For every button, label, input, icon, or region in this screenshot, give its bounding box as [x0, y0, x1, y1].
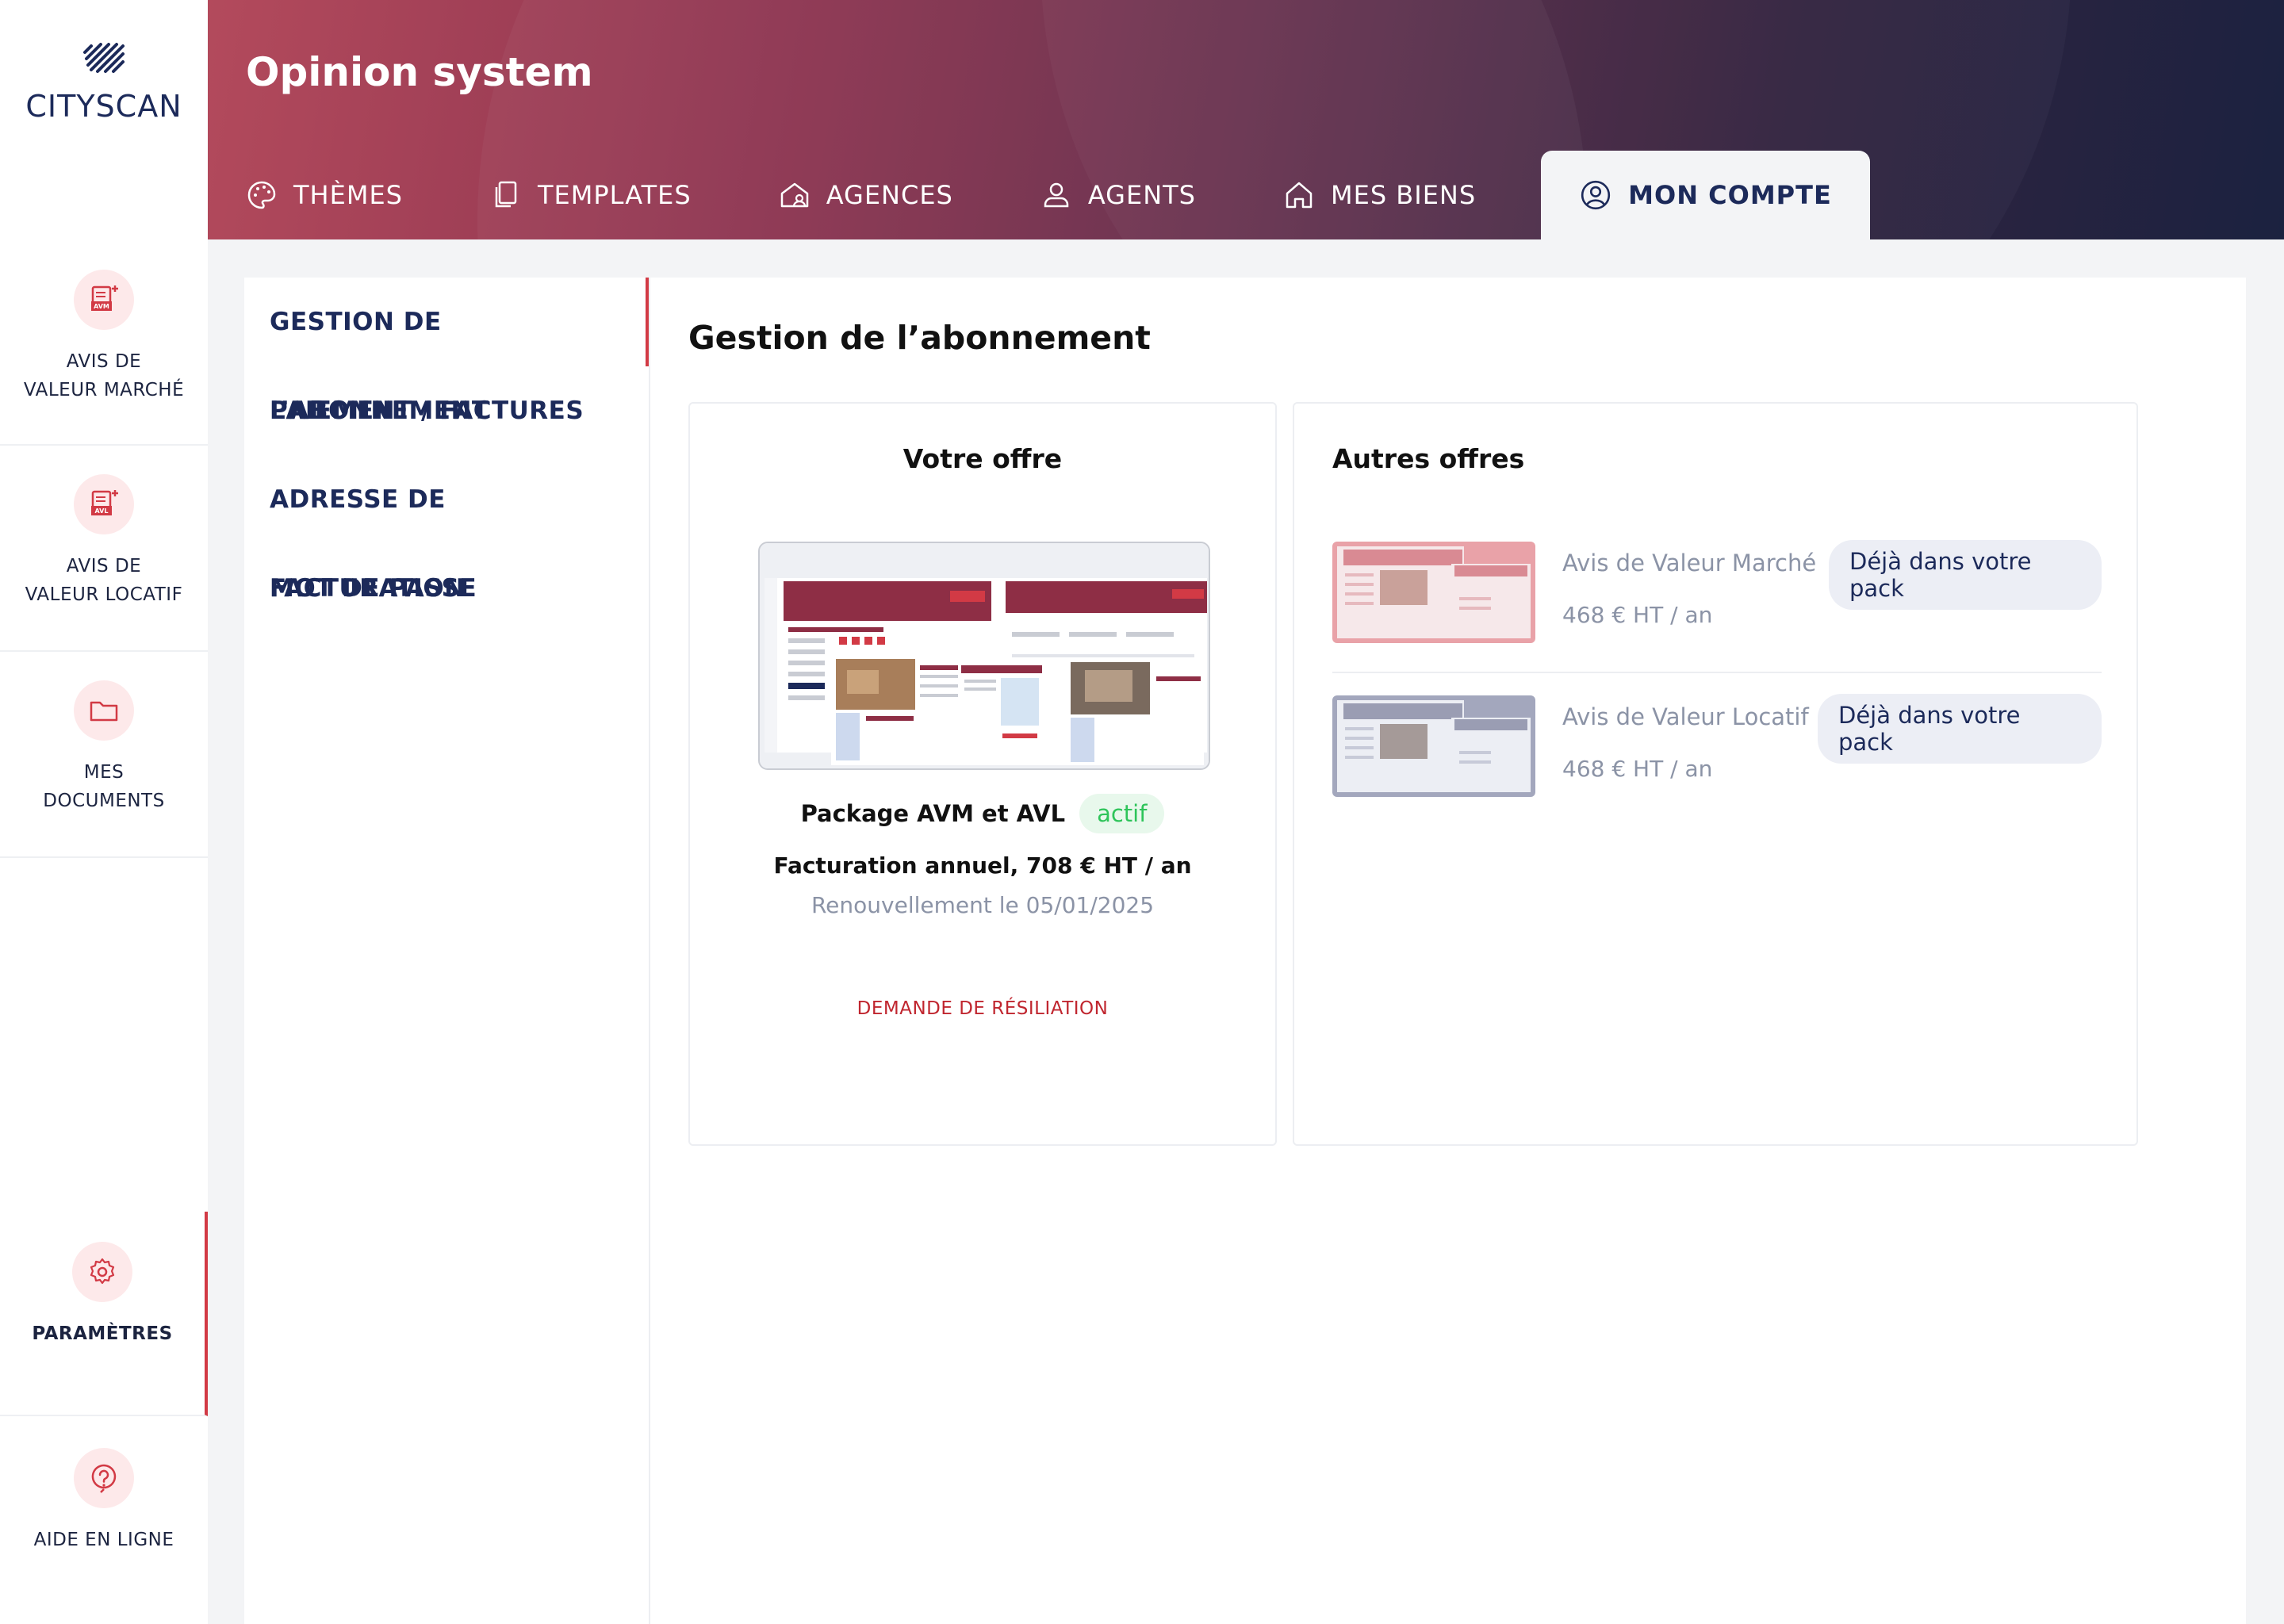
tab-label: AGENCES: [826, 180, 953, 210]
status-badge: actif: [1079, 794, 1165, 833]
offer-name: Avis de Valeur Marché: [1562, 550, 1817, 576]
tab-label: MON COMPTE: [1628, 180, 1832, 210]
included-pill: Déjà dans votre pack: [1829, 540, 2102, 610]
package-preview-image: [758, 542, 1210, 770]
rail-item-label: AVIS DE VALEUR MARCHÉ: [23, 351, 185, 400]
rail-item-label: AVIS DE VALEUR LOCATIF: [25, 556, 183, 605]
cancel-subscription-link[interactable]: DEMANDE DE RÉSILIATION: [690, 998, 1275, 1019]
top-header: Opinion system THÈMES TEMPLATES AGENCES: [208, 0, 2284, 239]
gear-icon: [90, 1258, 115, 1285]
page-title: Gestion de l’abonnement: [688, 319, 1151, 357]
package-screenshot-illustration: [760, 543, 1209, 768]
rail-item-avm[interactable]: AVM AVIS DE VALEUR MARCHÉ: [0, 246, 208, 446]
rail-item-avl[interactable]: AVL AVIS DE VALEUR LOCATIF: [0, 446, 208, 652]
billing-info: Facturation annuel, 708 € HT / an: [773, 852, 1192, 879]
subnav-billing-address[interactable]: ADRESSE DE FACTURATION: [244, 455, 649, 603]
offer-thumbnail: [1332, 695, 1535, 797]
account-subnav: GESTION DE L’ABONNEMENT PAIEMENT / FACTU…: [244, 278, 650, 1624]
account-circle-icon: [1581, 180, 1611, 210]
card-title: Votre offre: [902, 443, 1063, 474]
offer-price: 468 € HT / an: [1562, 602, 1713, 628]
home-icon: [1286, 182, 1313, 209]
list-item[interactable]: Avis de Valeur Marché Déjà dans votre pa…: [1332, 540, 2102, 673]
tab-label: TEMPLATES: [537, 180, 692, 210]
subnav-payments[interactable]: PAIEMENT / FACTURES: [244, 366, 649, 455]
palette-icon: [247, 181, 276, 209]
tab-agents[interactable]: AGENTS: [1040, 151, 1220, 239]
user-icon: [1044, 182, 1069, 208]
main-content: Gestion de l’abonnement Votre offre Pack…: [650, 278, 2246, 1624]
rail-item-label: PARAMÈTRES: [32, 1323, 173, 1344]
tab-templates[interactable]: TEMPLATES: [490, 151, 715, 239]
rail-icon-circle: [74, 680, 134, 741]
tab-account[interactable]: MON COMPTE: [1541, 151, 1870, 239]
help-icon: [91, 1464, 117, 1493]
avm-report-icon: AVM: [91, 285, 118, 311]
rail-icon-circle: [72, 1242, 132, 1302]
avm-badge-text: AVM: [94, 303, 109, 310]
other-offers-card: Autres offres Avis de Valeur Marché Déjà…: [1293, 402, 2138, 1146]
rail-icon-circle: [74, 1448, 134, 1508]
tab-label: AGENTS: [1087, 180, 1196, 210]
tab-agencies[interactable]: AGENCES: [779, 151, 977, 239]
left-rail: CITYSCAN AVM AVIS DE VALEUR MARCHÉ AVL A…: [0, 0, 208, 1624]
offer-thumbnail-illustration: [1337, 546, 1531, 638]
tab-label: THÈMES: [293, 180, 403, 210]
app-title: Opinion system: [246, 49, 593, 95]
card-title: Autres offres: [1332, 443, 1525, 474]
list-item[interactable]: Avis de Valeur Locatif Déjà dans votre p…: [1332, 694, 2102, 800]
cityscan-logo[interactable]: CITYSCAN: [0, 40, 208, 135]
renewal-date: Renouvellement le 05/01/2025: [811, 892, 1155, 918]
offer-price: 468 € HT / an: [1562, 756, 1713, 782]
offer-name: Avis de Valeur Locatif: [1562, 703, 1809, 730]
cityscan-logo-icon: [83, 43, 125, 73]
rail-item-settings[interactable]: PARAMÈTRES: [0, 1212, 208, 1416]
tab-label: MES BIENS: [1330, 180, 1477, 210]
tab-properties[interactable]: MES BIENS: [1283, 151, 1500, 239]
rail-item-label: AIDE EN LIGNE: [33, 1530, 174, 1550]
package-name: Package AVM et AVL: [800, 800, 1066, 827]
rail-item-help[interactable]: AIDE EN LIGNE: [0, 1416, 208, 1624]
tab-themes[interactable]: THÈMES: [246, 151, 427, 239]
rail-item-documents[interactable]: MES DOCUMENTS: [0, 652, 208, 858]
rail-icon-circle: AVM: [74, 270, 134, 330]
avl-badge-text: AVL: [95, 508, 109, 515]
copy-icon: [495, 181, 517, 208]
subnav-subscription[interactable]: GESTION DE L’ABONNEMENT: [244, 278, 649, 425]
agency-icon: [780, 182, 808, 208]
package-row: Package AVM et AVL actif: [690, 794, 1275, 833]
main-tabs: THÈMES TEMPLATES AGENCES AGENTS MES BIEN…: [246, 151, 1933, 239]
offer-thumbnail: [1332, 542, 1535, 643]
logo-text: CITYSCAN: [25, 89, 182, 124]
folder-icon: [90, 701, 118, 722]
subnav-password[interactable]: MOT DE PASSE: [244, 544, 649, 633]
offer-thumbnail-illustration: [1337, 700, 1531, 792]
avl-report-icon: AVL: [91, 490, 118, 515]
current-offer-card: Votre offre Package AVM et AVL actif Fac…: [688, 402, 1277, 1146]
included-pill: Déjà dans votre pack: [1818, 694, 2102, 764]
rail-icon-circle: AVL: [74, 474, 134, 534]
rail-item-label: MES DOCUMENTS: [43, 762, 165, 811]
